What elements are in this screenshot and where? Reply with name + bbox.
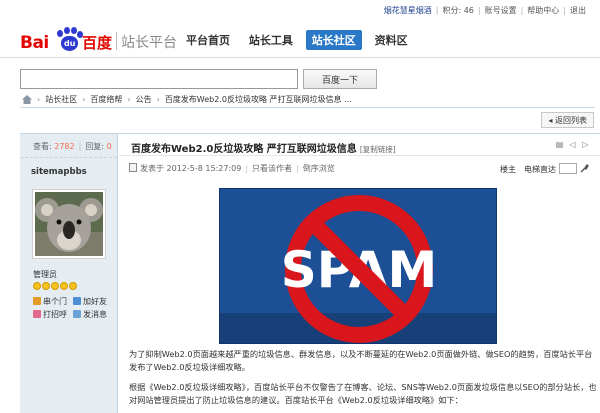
- rank-icon: [51, 282, 59, 290]
- search-input[interactable]: [20, 69, 298, 89]
- main-nav: 平台首页 站长工具 站长社区 资料区: [180, 30, 418, 50]
- logo-chinese: 百度: [82, 34, 113, 52]
- top-user-bar: 烟花慧星烟酒 | 积分: 46 | 账号设置 | 帮助中心 | 退出: [0, 0, 600, 22]
- logo-paw-text: du: [64, 39, 76, 48]
- home-icon[interactable]: [22, 95, 32, 104]
- no-spam-image: SPAM: [219, 188, 497, 344]
- back-to-list-label: 返回列表: [555, 116, 587, 125]
- separator: |: [563, 6, 566, 15]
- greet-button[interactable]: 打招呼: [33, 309, 73, 322]
- add-friend-label: 加好友: [83, 297, 107, 306]
- logo-wordmark: Bai: [20, 33, 49, 53]
- author-actions: 串个门 加好友 打招呼 发消息: [33, 296, 117, 322]
- go-floor-icon[interactable]: [580, 163, 589, 173]
- platform-name: 站长平台: [121, 35, 177, 51]
- search-bar: 百度一下: [20, 69, 420, 89]
- post-title-row: 百度发布Web2.0反垃圾攻略 严打互联网垃圾信息 [复制链接] ▤ ◁ ▷: [119, 134, 600, 156]
- search-button[interactable]: 百度一下: [303, 69, 377, 89]
- post-content: 百度发布Web2.0反垃圾攻略 严打互联网垃圾信息 [复制链接] ▤ ◁ ▷ 发表于 …: [119, 134, 600, 413]
- copy-link-button[interactable]: [复制链接]: [360, 145, 396, 154]
- breadcrumb-separator: ›: [37, 95, 41, 104]
- post-paragraph: 为了抑制Web2.0页面越来越严重的垃圾信息、群发信息，以及不断蔓延的在Web2…: [129, 349, 593, 372]
- rank-icon: [69, 282, 77, 290]
- greet-icon: [33, 310, 41, 318]
- logo-divider: [116, 32, 117, 50]
- views-count: 2782: [54, 142, 75, 151]
- rank-icon: [33, 282, 41, 290]
- account-settings-link[interactable]: 账号设置: [485, 5, 517, 16]
- prev-thread-icon[interactable]: ◁: [568, 140, 577, 149]
- reverse-order-link[interactable]: 倒序浏览: [303, 164, 335, 173]
- breadcrumb: › 站长社区 › 百度络帮 › 公告 › 百度发布Web2.0反垃圾攻略 严打互联网垃圾信息 …: [22, 94, 352, 106]
- replies-count: 0: [106, 142, 112, 151]
- separator: |: [245, 164, 249, 173]
- message-icon: [73, 310, 81, 318]
- rank-icons: [33, 282, 78, 292]
- floor-input[interactable]: [559, 163, 577, 174]
- site-header: Bai du 百度 站长平台 平台首页 站长工具 站长社区 资料区: [0, 22, 600, 58]
- author-role: 管理员: [33, 270, 57, 279]
- nav-community[interactable]: 站长社区: [305, 30, 362, 50]
- breadcrumb-separator: ›: [156, 95, 160, 104]
- author-name[interactable]: sitemapbbs: [20, 158, 117, 182]
- rank-icon: [60, 282, 68, 290]
- only-author-link[interactable]: 只看该作者: [252, 164, 292, 173]
- breadcrumb-separator: ›: [82, 95, 86, 104]
- nav-home[interactable]: 平台首页: [180, 30, 236, 50]
- nav-resources[interactable]: 资料区: [369, 30, 414, 50]
- floor-label: 楼主: [500, 165, 516, 174]
- views-label: 查看:: [33, 142, 52, 151]
- separator: |: [78, 142, 82, 151]
- post-paragraph: 根据《Web2.0反垃圾详细攻略》，百度站长平台不仅警告了在博客、论坛、SNS等…: [129, 382, 597, 405]
- title-tools: ▤ ◁ ▷: [551, 140, 590, 150]
- print-icon[interactable]: ▤: [555, 140, 564, 149]
- post-stats: 查看: 2782 | 回复: 0: [20, 134, 117, 158]
- message-button[interactable]: 发消息: [73, 309, 113, 322]
- visit-button[interactable]: 串个门: [33, 296, 73, 309]
- breadcrumb-separator: ›: [127, 95, 131, 104]
- breadcrumb-rule: [20, 107, 595, 108]
- post-date: 发表于 2012-5-8 15:27:09: [140, 164, 242, 173]
- post-meta: 发表于 2012-5-8 15:27:09 | 只看该作者 | 倒序浏览 楼主 电梯直达: [129, 163, 589, 177]
- direct-floor-label: 电梯直达: [524, 165, 556, 174]
- breadcrumb-current: 百度发布Web2.0反垃圾攻略 严打互联网垃圾信息 ...: [164, 95, 352, 104]
- replies-label: 回复:: [85, 142, 105, 151]
- breadcrumb-item[interactable]: 公告: [136, 94, 152, 105]
- visit-icon: [33, 297, 41, 305]
- post-status-icon: [129, 163, 137, 172]
- rank-icon: [42, 282, 50, 290]
- help-center-link[interactable]: 帮助中心: [527, 5, 559, 16]
- baidu-webmaster-logo[interactable]: Bai du 百度 站长平台: [20, 26, 180, 54]
- avatar[interactable]: [32, 189, 106, 259]
- username-link[interactable]: 烟花慧星烟酒: [384, 5, 432, 16]
- author-sidebar: 查看: 2782|回复: 0 sitemapbbs 管理员 串个门 加好友: [20, 134, 118, 413]
- add-friend-button[interactable]: 加好友: [73, 296, 113, 309]
- breadcrumb-item[interactable]: 百度络帮: [90, 94, 122, 105]
- message-label: 发消息: [83, 310, 107, 319]
- separator: |: [520, 6, 524, 15]
- logout-link[interactable]: 退出: [570, 5, 586, 16]
- greet-label: 打招呼: [43, 310, 67, 319]
- back-to-list-button[interactable]: ◂ 返回列表: [541, 112, 594, 128]
- separator: |: [296, 164, 299, 173]
- add-friend-icon: [73, 297, 81, 305]
- visit-label: 串个门: [43, 297, 67, 306]
- credits-text[interactable]: 积分: 46: [442, 5, 473, 16]
- paw-icon: du: [55, 27, 83, 51]
- floor-controls: 楼主 电梯直达: [492, 163, 589, 175]
- post-title: 百度发布Web2.0反垃圾攻略 严打互联网垃圾信息: [131, 144, 357, 155]
- next-thread-icon[interactable]: ▷: [581, 140, 590, 149]
- breadcrumb-item[interactable]: 站长社区: [45, 94, 77, 105]
- forum-post: 查看: 2782|回复: 0 sitemapbbs 管理员 串个门加好友: [20, 133, 600, 413]
- separator: |: [435, 6, 439, 15]
- separator: |: [477, 6, 481, 15]
- nav-tools[interactable]: 站长工具: [243, 30, 299, 50]
